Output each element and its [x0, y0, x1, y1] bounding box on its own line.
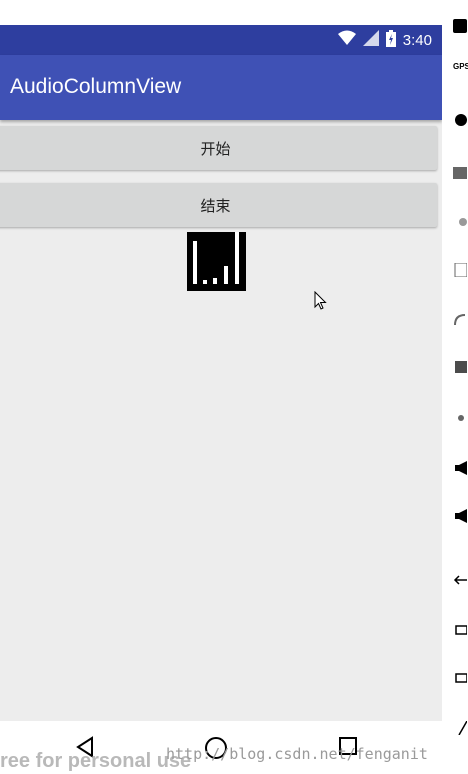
audio-column	[203, 280, 207, 284]
screenshot-icon[interactable]	[453, 164, 467, 179]
gps-icon[interactable]: GPS	[453, 62, 468, 76]
dpad-icon[interactable]	[453, 360, 467, 374]
power-icon[interactable]	[453, 18, 467, 33]
app-title: AudioColumnView	[10, 75, 182, 98]
status-time: 3:40	[402, 31, 432, 49]
rotate-icon[interactable]	[453, 214, 467, 228]
audio-column	[235, 232, 239, 284]
app-bar: AudioColumnView	[0, 55, 442, 120]
status-bar: 3:40	[0, 25, 442, 55]
audio-column	[213, 278, 217, 284]
volume-down-icon[interactable]	[453, 508, 467, 523]
back-arrow-icon[interactable]	[453, 572, 467, 586]
watermark-free-text: ree for personal use	[0, 750, 192, 772]
home-rect-icon[interactable]	[453, 622, 468, 636]
battery-icon	[385, 29, 396, 51]
watermark-url: http://blog.csdn.net/fenganit	[166, 745, 428, 763]
mouse-cursor-icon	[314, 290, 328, 315]
share-icon[interactable]	[453, 410, 467, 424]
audio-column-view	[187, 232, 246, 291]
more-icon[interactable]	[453, 720, 468, 736]
start-button[interactable]: 开始	[0, 126, 437, 170]
end-button[interactable]: 结束	[0, 183, 437, 227]
camera-icon[interactable]	[453, 112, 467, 126]
gps-label: GPS	[453, 62, 468, 71]
android-screen: 3:40 AudioColumnView 开始 结束	[0, 25, 442, 721]
overview-icon[interactable]	[453, 670, 468, 684]
start-button-label: 开始	[200, 139, 231, 158]
audio-column	[193, 241, 197, 284]
signal-icon	[362, 30, 379, 50]
end-button-label: 结束	[200, 196, 231, 215]
emulator-side-toolbar: GPS	[442, 0, 468, 774]
wifi-icon	[337, 30, 356, 50]
volume-up-icon[interactable]	[453, 460, 467, 475]
rss-icon[interactable]	[453, 312, 467, 326]
id-icon[interactable]	[453, 262, 468, 278]
audio-column	[224, 266, 228, 284]
